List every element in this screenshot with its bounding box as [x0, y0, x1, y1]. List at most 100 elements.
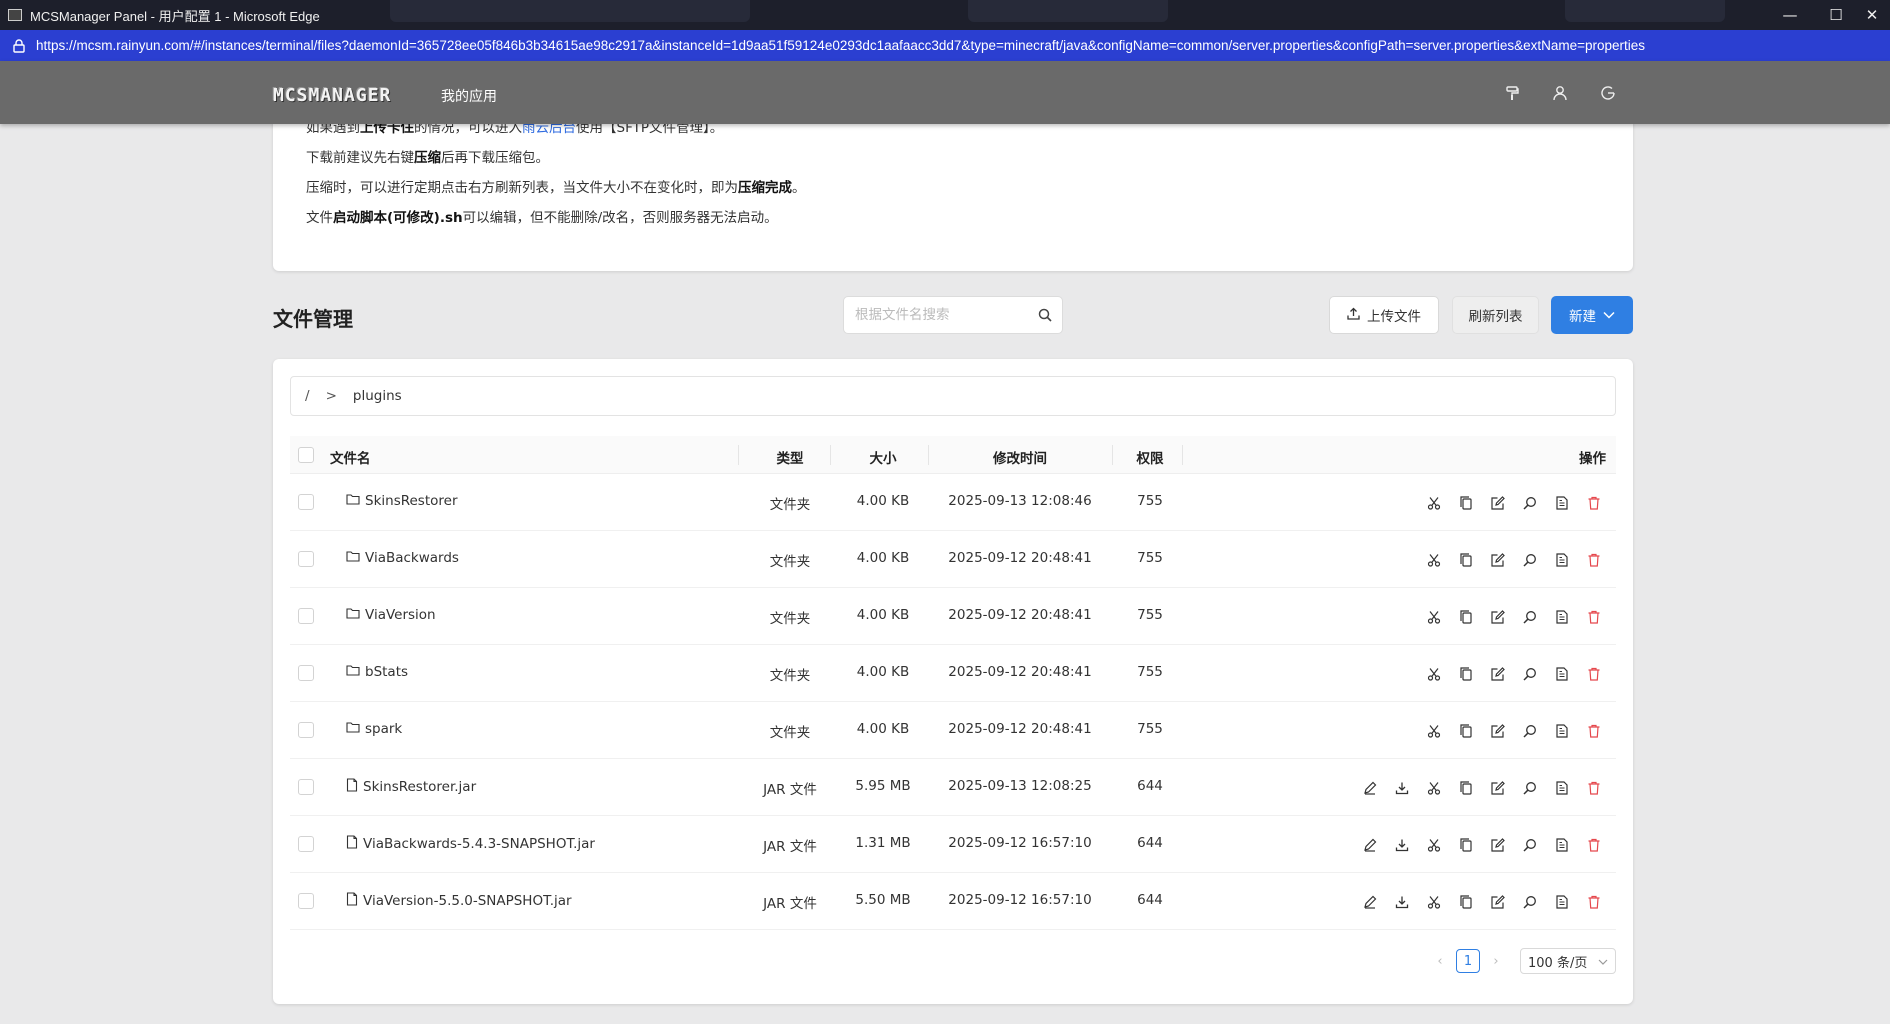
edit-icon[interactable]	[1487, 777, 1508, 798]
delete-icon[interactable]	[1583, 606, 1604, 627]
edit-icon[interactable]	[1487, 663, 1508, 684]
edit-icon[interactable]	[1487, 891, 1508, 912]
properties-icon[interactable]	[1551, 834, 1572, 855]
edit-icon[interactable]	[1487, 492, 1508, 513]
properties-icon[interactable]	[1551, 720, 1572, 741]
search-icon[interactable]	[1038, 307, 1052, 326]
new-dropdown-button[interactable]: 新建	[1551, 296, 1633, 334]
address-bar[interactable]: https://mcsm.rainyun.com/#/instances/ter…	[0, 30, 1890, 61]
file-name[interactable]: ViaVersion	[365, 607, 436, 623]
refresh-list-button[interactable]: 刷新列表	[1452, 296, 1539, 334]
edit-icon[interactable]	[1487, 606, 1508, 627]
page-size-select[interactable]: 100 条/页	[1520, 948, 1616, 974]
properties-icon[interactable]	[1551, 492, 1572, 513]
search-box[interactable]	[843, 296, 1063, 334]
row-checkbox[interactable]	[298, 722, 314, 738]
upload-file-button[interactable]: 上传文件	[1329, 296, 1439, 334]
file-name[interactable]: SkinsRestorer	[365, 493, 458, 509]
view-icon[interactable]	[1519, 606, 1540, 627]
delete-icon[interactable]	[1583, 492, 1604, 513]
delete-icon[interactable]	[1583, 663, 1604, 684]
table-row[interactable]: SkinsRestorer 文件夹 4.00 KB 2025-09-13 12:08:…	[290, 474, 1616, 531]
row-checkbox[interactable]	[298, 893, 314, 909]
view-icon[interactable]	[1519, 492, 1540, 513]
table-row[interactable]: ViaVersion-5.5.0-SNAPSHOT.jar JAR 文件 5.50 …	[290, 873, 1616, 930]
view-icon[interactable]	[1519, 891, 1540, 912]
view-icon[interactable]	[1519, 663, 1540, 684]
search-input[interactable]	[855, 307, 1030, 323]
cut-icon[interactable]	[1423, 549, 1444, 570]
cut-icon[interactable]	[1423, 663, 1444, 684]
file-name-cell[interactable]: SkinsRestorer	[346, 493, 458, 509]
file-name-cell[interactable]: ViaVersion-5.5.0-SNAPSHOT.jar	[346, 892, 572, 910]
properties-icon[interactable]	[1551, 891, 1572, 912]
cut-icon[interactable]	[1423, 834, 1444, 855]
rename-icon[interactable]	[1359, 891, 1380, 912]
delete-icon[interactable]	[1583, 720, 1604, 741]
properties-icon[interactable]	[1551, 777, 1572, 798]
next-page-icon[interactable]: ›	[1488, 954, 1504, 969]
delete-icon[interactable]	[1583, 549, 1604, 570]
breadcrumb-current[interactable]: plugins	[353, 388, 402, 404]
column-name[interactable]: 文件名	[330, 447, 371, 467]
file-name-cell[interactable]: ViaBackwards	[346, 550, 459, 566]
properties-icon[interactable]	[1551, 663, 1572, 684]
cut-icon[interactable]	[1423, 720, 1444, 741]
file-name-cell[interactable]: bStats	[346, 664, 408, 680]
copy-icon[interactable]	[1455, 663, 1476, 684]
file-name-cell[interactable]: ViaVersion	[346, 607, 436, 623]
copy-icon[interactable]	[1455, 720, 1476, 741]
table-row[interactable]: bStats 文件夹 4.00 KB 2025-09-12 20:48:41 755	[290, 645, 1616, 702]
delete-icon[interactable]	[1583, 891, 1604, 912]
logout-icon[interactable]	[1598, 83, 1618, 103]
copy-icon[interactable]	[1455, 834, 1476, 855]
download-icon[interactable]	[1391, 777, 1412, 798]
file-name[interactable]: SkinsRestorer.jar	[363, 779, 476, 795]
edit-icon[interactable]	[1487, 834, 1508, 855]
copy-icon[interactable]	[1455, 891, 1476, 912]
breadcrumb-root[interactable]: /	[305, 388, 310, 404]
table-row[interactable]: ViaBackwards-5.4.3-SNAPSHOT.jar JAR 文件 1.3…	[290, 816, 1616, 873]
minimize-button[interactable]: —	[1766, 0, 1814, 30]
view-icon[interactable]	[1519, 549, 1540, 570]
delete-icon[interactable]	[1583, 777, 1604, 798]
row-checkbox[interactable]	[298, 551, 314, 567]
page-number[interactable]: 1	[1456, 949, 1480, 973]
row-checkbox[interactable]	[298, 836, 314, 852]
rename-icon[interactable]	[1359, 834, 1380, 855]
delete-icon[interactable]	[1583, 834, 1604, 855]
row-checkbox[interactable]	[298, 608, 314, 624]
copy-icon[interactable]	[1455, 606, 1476, 627]
select-all-checkbox[interactable]	[298, 447, 314, 463]
copy-icon[interactable]	[1455, 777, 1476, 798]
column-perm[interactable]: 权限	[1125, 447, 1175, 467]
file-name-cell[interactable]: spark	[346, 721, 402, 737]
table-row[interactable]: ViaBackwards 文件夹 4.00 KB 2025-09-12 20:48:4…	[290, 531, 1616, 588]
url-text[interactable]: https://mcsm.rainyun.com/#/instances/ter…	[36, 38, 1645, 53]
close-window-button[interactable]: ✕	[1848, 0, 1890, 30]
download-icon[interactable]	[1391, 891, 1412, 912]
prev-page-icon[interactable]: ‹	[1432, 954, 1448, 969]
nav-my-apps[interactable]: 我的应用	[441, 86, 497, 106]
cut-icon[interactable]	[1423, 891, 1444, 912]
copy-icon[interactable]	[1455, 549, 1476, 570]
file-name[interactable]: ViaBackwards	[365, 550, 459, 566]
table-row[interactable]: ViaVersion 文件夹 4.00 KB 2025-09-12 20:48:41 7…	[290, 588, 1616, 645]
row-checkbox[interactable]	[298, 779, 314, 795]
user-icon[interactable]	[1550, 83, 1570, 103]
view-icon[interactable]	[1519, 720, 1540, 741]
file-name[interactable]: bStats	[365, 664, 408, 680]
column-type[interactable]: 类型	[750, 447, 830, 467]
column-size[interactable]: 大小	[843, 447, 923, 467]
file-name-cell[interactable]: ViaBackwards-5.4.3-SNAPSHOT.jar	[346, 835, 595, 853]
cut-icon[interactable]	[1423, 777, 1444, 798]
mcsmanager-logo[interactable]: MCSMANAGER	[273, 85, 391, 106]
file-name[interactable]: ViaVersion-5.5.0-SNAPSHOT.jar	[363, 893, 572, 909]
file-name[interactable]: spark	[365, 721, 402, 737]
paint-roller-icon[interactable]	[1502, 83, 1522, 103]
table-row[interactable]: spark 文件夹 4.00 KB 2025-09-12 20:48:41 755	[290, 702, 1616, 759]
properties-icon[interactable]	[1551, 549, 1572, 570]
column-mtime[interactable]: 修改时间	[935, 447, 1105, 467]
properties-icon[interactable]	[1551, 606, 1572, 627]
cut-icon[interactable]	[1423, 606, 1444, 627]
